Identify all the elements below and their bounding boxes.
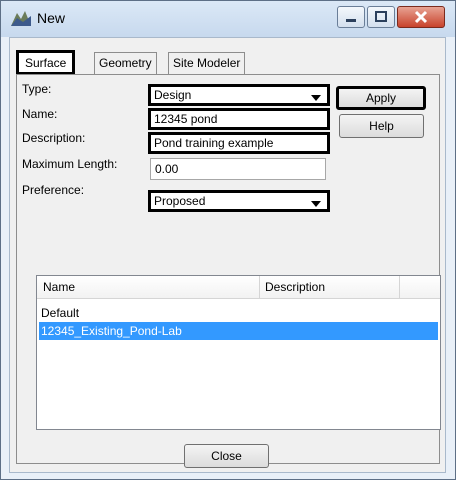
close-button[interactable]: Close [184,444,269,468]
tab-geometry[interactable]: Geometry [94,52,157,74]
list-item-selected[interactable]: 12345_Existing_Pond-Lab [39,322,438,340]
help-button[interactable]: Help [339,114,424,138]
tab-site-modeler[interactable]: Site Modeler [168,52,246,74]
maximum-length-input[interactable]: 0.00 [150,158,326,180]
list-header: Name Description [37,276,440,299]
preference-dropdown[interactable]: Proposed [148,190,330,212]
title-bar[interactable]: New [1,1,455,37]
column-header-description[interactable]: Description [265,280,325,294]
tab-surface[interactable]: Surface [16,50,76,75]
description-input[interactable]: Pond training example [148,132,330,154]
column-divider[interactable] [399,276,400,298]
name-input[interactable]: 12345 pond [148,108,330,130]
minimize-icon [346,19,356,22]
type-dropdown[interactable]: Design [148,84,330,106]
preference-value: Proposed [154,194,206,208]
surface-list[interactable]: Name Description Default 12345_Existing_… [36,275,441,430]
chevron-down-icon [311,201,321,207]
maximize-button[interactable] [367,6,395,28]
minimize-button[interactable] [337,6,365,28]
column-header-name[interactable]: Name [43,280,75,294]
close-icon [414,10,428,24]
maximize-icon [375,11,387,22]
name-label: Name: [22,107,58,121]
type-label: Type: [22,82,52,96]
maximum-length-label: Maximum Length: [22,157,118,171]
close-window-button[interactable] [397,6,445,28]
preference-label: Preference: [22,183,85,197]
apply-button[interactable]: Apply [336,86,426,110]
list-item[interactable]: Default [39,304,438,322]
dialog-client-area: Surface Geometry Site Modeler Type: Desi… [9,37,446,473]
window-title: New [37,10,66,26]
description-label: Description: [22,131,86,145]
dialog-window: New Surface Geometry Site Modeler Type: … [0,0,456,480]
column-divider[interactable] [259,276,260,298]
app-surface-icon [11,11,31,26]
type-value: Design [154,88,192,102]
chevron-down-icon [311,95,321,101]
